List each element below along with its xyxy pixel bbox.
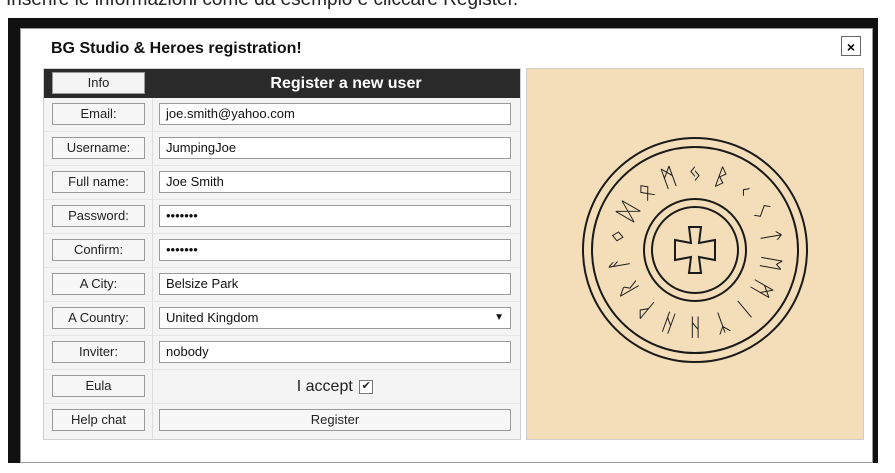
- rune-glyph: ᛊ: [746, 198, 777, 224]
- rune-glyph: ᛁ: [730, 294, 759, 325]
- fullname-row: Full name: Joe Smith: [44, 166, 520, 200]
- close-button[interactable]: ×: [841, 36, 861, 56]
- rune-glyph: ᛃ: [688, 159, 702, 187]
- email-label-button[interactable]: Email:: [52, 103, 145, 125]
- rune-glyph: ᛗ: [657, 162, 680, 193]
- password-label-button[interactable]: Password:: [52, 205, 145, 227]
- info-button[interactable]: Info: [52, 72, 145, 94]
- rune-glyph: ᛟ: [631, 176, 660, 207]
- fullname-field[interactable]: Joe Smith: [159, 171, 511, 193]
- country-select-value: United Kingdom: [166, 310, 259, 325]
- email-field[interactable]: joe.smith@yahoo.com: [159, 103, 511, 125]
- country-label-button[interactable]: A Country:: [52, 307, 145, 329]
- username-label-button[interactable]: Username:: [52, 137, 145, 159]
- city-field[interactable]: Belsize Park: [159, 273, 511, 295]
- rune-glyph: ᛞ: [613, 198, 644, 224]
- fullname-label-button[interactable]: Full name:: [52, 171, 145, 193]
- inviter-field[interactable]: nobody: [159, 341, 511, 363]
- country-row: A Country: United Kingdom ▼: [44, 302, 520, 336]
- rune-glyph: ᚺ: [688, 313, 702, 341]
- eula-button[interactable]: Eula: [52, 375, 145, 397]
- rune-emblem: ᛞᛟᛗ ᛃ ᛒᚲᛊᛏᛖᛗᛁᛉᚺᚺᚹᚱᚨᛜ: [582, 137, 808, 363]
- city-label-button[interactable]: A City:: [52, 273, 145, 295]
- inviter-row: Inviter: nobody: [44, 336, 520, 370]
- rune-glyph: ᚲ: [730, 176, 759, 207]
- email-row: Email: joe.smith@yahoo.com: [44, 98, 520, 132]
- inviter-label-button[interactable]: Inviter:: [52, 341, 145, 363]
- registration-dialog: BG Studio & Heroes registration! × Info …: [20, 28, 873, 463]
- emblem-pane: ᛞᛟᛗᛃᛒᚲᛊᛏᛖᛗᛁᛉᚺᚺᚹᚱᚨᛜ: [526, 68, 864, 440]
- dropdown-arrow-icon: ▼: [494, 312, 504, 323]
- username-row: Username: JumpingJoe: [44, 132, 520, 166]
- confirm-password-field[interactable]: •••••••: [159, 239, 511, 261]
- country-select[interactable]: United Kingdom ▼: [159, 307, 511, 329]
- password-field[interactable]: •••••••: [159, 205, 511, 227]
- register-row: Help chat Register: [44, 404, 520, 439]
- instruction-text: Inserire le informazioni come da esempio…: [6, 0, 518, 11]
- form-header-row: Info Register a new user: [44, 69, 520, 98]
- rune-glyph: ᛉ: [710, 307, 733, 338]
- password-row: Password: •••••••: [44, 200, 520, 234]
- rune-glyph: ᛒ: [710, 162, 733, 193]
- help-chat-button[interactable]: Help chat: [52, 409, 145, 431]
- register-button[interactable]: Register: [159, 409, 511, 431]
- rune-glyph: ᛏ: [756, 227, 786, 246]
- city-row: A City: Belsize Park: [44, 268, 520, 302]
- cross-icon: [674, 226, 716, 274]
- rune-glyph: ᚱ: [613, 275, 644, 301]
- eula-row: Eula I accept ✔: [44, 370, 520, 404]
- accept-checkbox[interactable]: ✔: [359, 379, 374, 394]
- rune-ring: ᛞᛟᛗ ᛃ ᛒᚲᛊᛏᛖᛗᛁᛉᚺᚺᚹᚱᚨᛜ: [604, 159, 786, 341]
- form-panel: Info Register a new user Email: joe.smit…: [43, 68, 521, 440]
- rune-glyph: ᛜ: [604, 227, 634, 246]
- form-header-title: Register a new user: [270, 75, 422, 92]
- accept-container: I accept ✔: [159, 370, 511, 404]
- dialog-title: BG Studio & Heroes registration!: [51, 40, 302, 57]
- confirm-label-button[interactable]: Confirm:: [52, 239, 145, 261]
- confirm-row: Confirm: •••••••: [44, 234, 520, 268]
- rune-glyph: ᚨ: [604, 254, 634, 273]
- username-field[interactable]: JumpingJoe: [159, 137, 511, 159]
- rune-glyph: ᛗ: [746, 275, 777, 301]
- rune-glyph: ᛖ: [756, 254, 786, 273]
- rune-glyph: ᚹ: [631, 294, 660, 325]
- rune-glyph: ᚺ: [657, 307, 680, 338]
- accept-label: I accept: [296, 378, 353, 395]
